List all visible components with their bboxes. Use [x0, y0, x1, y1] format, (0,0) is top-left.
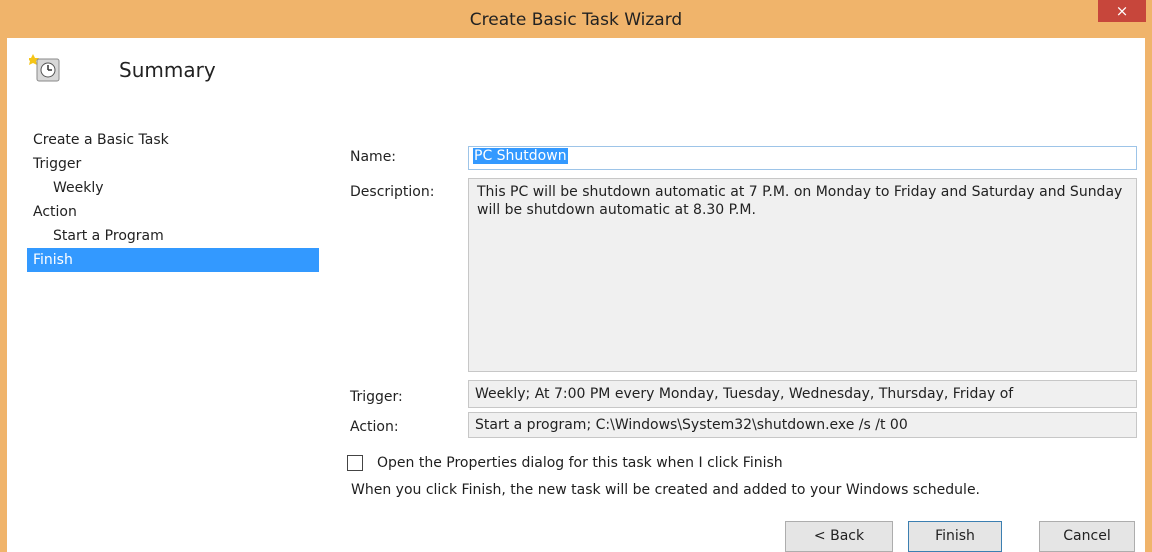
- title-bar[interactable]: Create Basic Task Wizard ×: [7, 0, 1146, 38]
- step-finish[interactable]: Finish: [27, 248, 319, 272]
- step-trigger[interactable]: Trigger: [27, 152, 319, 176]
- wizard-window: Create Basic Task Wizard × Summary Creat…: [0, 0, 1152, 552]
- trigger-field[interactable]: Weekly; At 7:00 PM every Monday, Tuesday…: [468, 380, 1137, 408]
- finish-button[interactable]: Finish: [908, 521, 1002, 552]
- close-button[interactable]: ×: [1098, 0, 1146, 22]
- name-field[interactable]: PC Shutdown: [468, 146, 1137, 170]
- page-title: Summary: [119, 58, 216, 82]
- cancel-button[interactable]: Cancel: [1039, 521, 1135, 552]
- close-icon: ×: [1115, 2, 1129, 20]
- wizard-header: Summary: [7, 38, 1145, 128]
- action-label: Action:: [350, 419, 399, 435]
- trigger-label: Trigger:: [350, 389, 403, 405]
- wizard-steps: Create a Basic Task Trigger Weekly Actio…: [27, 128, 319, 272]
- window-title: Create Basic Task Wizard: [469, 10, 683, 30]
- step-weekly[interactable]: Weekly: [27, 176, 319, 200]
- open-properties-checkbox[interactable]: [347, 455, 363, 471]
- back-button[interactable]: < Back: [785, 521, 893, 552]
- open-properties-label[interactable]: Open the Properties dialog for this task…: [377, 455, 783, 471]
- action-field[interactable]: Start a program; C:\Windows\System32\shu…: [468, 412, 1137, 438]
- task-clock-icon: [29, 54, 60, 82]
- name-value: PC Shutdown: [473, 148, 568, 164]
- description-field[interactable]: This PC will be shutdown automatic at 7 …: [468, 178, 1137, 372]
- step-start-a-program[interactable]: Start a Program: [27, 224, 319, 248]
- name-label: Name:: [350, 149, 397, 165]
- finish-info-text: When you click Finish, the new task will…: [351, 482, 981, 498]
- step-create-basic-task[interactable]: Create a Basic Task: [27, 128, 319, 152]
- step-action[interactable]: Action: [27, 200, 319, 224]
- description-label: Description:: [350, 184, 435, 200]
